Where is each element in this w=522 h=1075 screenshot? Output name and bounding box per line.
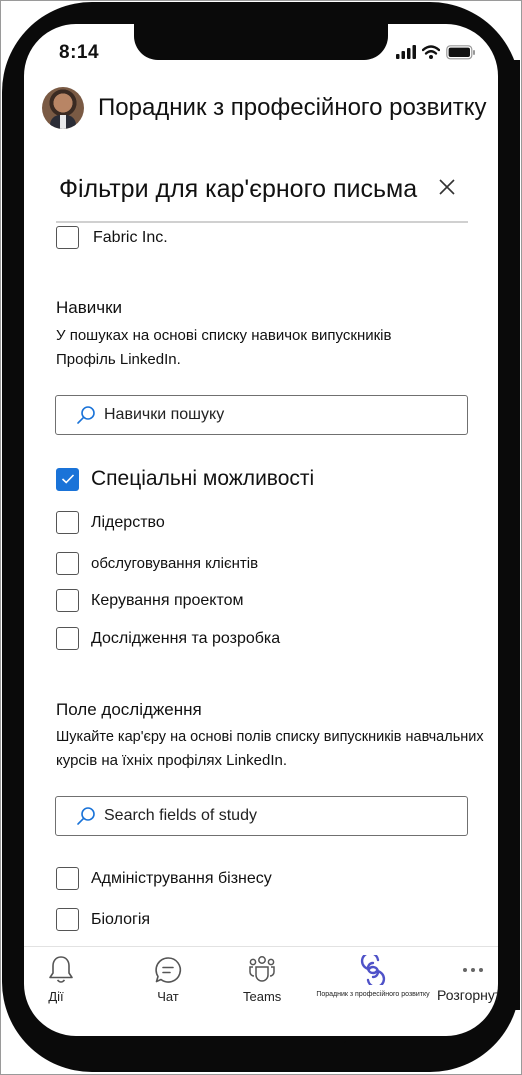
tab-bar-divider — [24, 946, 498, 947]
tab-teams[interactable]: Teams — [243, 955, 281, 1004]
status-time: 8:14 — [59, 42, 100, 63]
teams-icon — [249, 956, 275, 982]
checkbox-checked[interactable] — [56, 467, 79, 491]
checkbox-label: Fabric Inc. — [93, 228, 168, 246]
more-icon — [463, 968, 484, 972]
checkbox[interactable] — [56, 226, 79, 249]
checkbox-label: Спеціальні можливості — [91, 467, 315, 490]
filter-item-company[interactable]: Fabric Inc. — [56, 226, 168, 249]
career-coach-icon — [360, 955, 386, 985]
field-of-study-title: Поле дослідження — [56, 700, 202, 719]
checkbox-label: обслуговування клієнтів — [91, 555, 259, 572]
signal-icon — [396, 45, 416, 59]
checkbox[interactable] — [56, 627, 79, 650]
skill-item[interactable]: Спеціальні можливості — [56, 467, 314, 491]
field-of-study-item[interactable]: Біологія — [56, 908, 150, 931]
wifi-icon — [422, 45, 440, 59]
checkbox-label: Адміністрування бізнесу — [91, 869, 272, 887]
checkbox-label: Лідерство — [91, 513, 165, 531]
checkbox[interactable] — [56, 511, 79, 534]
checkmark-icon — [61, 474, 74, 484]
close-icon — [439, 179, 455, 195]
checkbox-label: Дослідження та розробка — [91, 629, 281, 647]
skill-item[interactable]: Лідерство — [56, 511, 165, 534]
tab-label: Порадник з професійного розвитку — [316, 991, 430, 998]
phone-bezel-right — [498, 60, 520, 1010]
panel-title: Фільтри для кар'єрного письма — [59, 175, 418, 203]
field-of-study-search-box[interactable] — [55, 796, 468, 836]
checkbox[interactable] — [56, 589, 79, 612]
bell-icon — [49, 956, 73, 983]
checkbox[interactable] — [56, 908, 79, 931]
skills-section-title: Навички — [56, 298, 123, 317]
user-avatar[interactable] — [42, 87, 84, 129]
skills-description-line2: Профіль LinkedIn. — [56, 351, 181, 368]
close-button[interactable] — [438, 178, 456, 196]
app-header: Порадник з професійного розвитку — [42, 87, 487, 129]
skill-item[interactable]: Дослідження та розробка — [56, 627, 280, 650]
skills-search-input[interactable] — [104, 406, 434, 424]
battery-icon — [446, 44, 475, 59]
search-icon — [77, 807, 95, 825]
tab-label: Чат — [157, 989, 179, 1004]
skills-description-line1: У пошуках на основі списку навичок випус… — [56, 327, 392, 344]
tab-career-coach[interactable]: Порадник з професійного розвитку — [312, 955, 434, 998]
field-of-study-search-input[interactable] — [104, 807, 434, 825]
field-of-study-description-line2: курсів на їхніх профілях LinkedIn. — [56, 752, 288, 769]
field-of-study-description-line1: Шукайте кар'єру на основі полів списку в… — [56, 729, 484, 745]
tab-chat[interactable]: Чат — [153, 955, 183, 1004]
tab-label: Дії — [48, 989, 64, 1004]
status-icons — [396, 44, 476, 60]
tab-label: Teams — [243, 989, 282, 1004]
app-title: Порадник з професійного розвитку — [98, 94, 487, 121]
skills-search-box[interactable] — [55, 395, 468, 435]
chat-icon — [155, 957, 182, 983]
home-indicator[interactable] — [178, 1036, 346, 1043]
phone-notch — [134, 24, 388, 60]
checkbox-label: Керування проектом — [91, 591, 244, 609]
panel-divider — [56, 221, 468, 223]
tab-activity[interactable]: Дії — [48, 955, 74, 1004]
checkbox[interactable] — [56, 867, 79, 890]
skill-item[interactable]: Керування проектом — [56, 589, 244, 612]
search-icon — [77, 406, 95, 424]
skill-item[interactable]: обслуговування клієнтів — [56, 552, 258, 575]
checkbox[interactable] — [56, 552, 79, 575]
field-of-study-item[interactable]: Адміністрування бізнесу — [56, 867, 272, 890]
checkbox-label: Біологія — [91, 910, 151, 928]
